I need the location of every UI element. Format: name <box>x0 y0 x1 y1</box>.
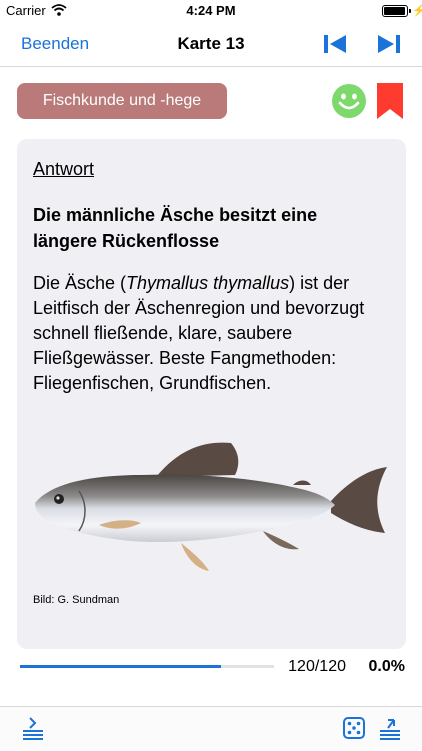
answer-heading: Antwort <box>33 159 95 179</box>
skip-back-icon[interactable] <box>322 32 348 56</box>
collapse-list-icon[interactable] <box>21 716 45 740</box>
dice-icon[interactable] <box>343 717 365 739</box>
answer-title: Die männliche Äsche besitzt eine längere… <box>33 205 318 251</box>
progress-fill <box>20 665 221 668</box>
battery-icon: ⚡ <box>382 5 422 17</box>
answer-card: Antwort Die männliche Äsche besitzt eine… <box>17 139 406 649</box>
bottom-toolbar <box>0 706 422 751</box>
page-title: Karte 13 <box>177 34 245 53</box>
score-percent: 0.0% <box>368 658 405 675</box>
skip-forward-icon[interactable] <box>376 32 402 56</box>
status-bar: Carrier 4:24 PM ⚡ <box>0 0 422 22</box>
expand-list-icon[interactable] <box>378 716 402 740</box>
navigation-bar: Beenden Karte 13 <box>0 22 422 67</box>
smiley-icon <box>332 84 366 118</box>
card-count: 120/120 <box>288 658 346 675</box>
progress-bar <box>20 665 274 668</box>
answer-body: Die Äsche (Thymallus thymallus) ist der … <box>33 271 383 396</box>
clock: 4:24 PM <box>186 3 236 18</box>
category-button[interactable]: Fischkunde und -hege <box>17 83 227 119</box>
answer-body-start: Die Äsche ( <box>33 273 127 293</box>
image-credit: Bild: G. Sundman <box>33 594 120 606</box>
bookmark-icon[interactable] <box>376 82 404 120</box>
grayling-fish-illustration <box>35 442 387 571</box>
species-latin-name: Thymallus thymallus <box>126 273 290 293</box>
